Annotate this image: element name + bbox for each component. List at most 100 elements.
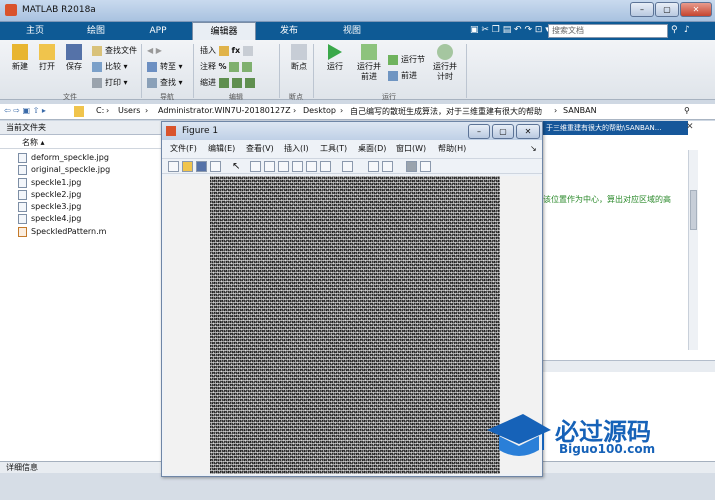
divider: [466, 44, 467, 98]
run-advance-button[interactable]: 运行并 前进: [352, 44, 386, 82]
run-section-button[interactable]: 运行节: [388, 54, 425, 66]
editor-close-icon[interactable]: ✕: [686, 122, 694, 132]
ribbon: 新建 打开 保存 查找文件 比较 ▾ 打印 ▾ 文件 ◀ ▶ 转至 ▾ 查找 ▾…: [0, 40, 715, 101]
list-item[interactable]: SpeckledPattern.m: [18, 226, 106, 238]
stopwatch-icon: [437, 44, 453, 60]
close-button[interactable]: ✕: [680, 2, 712, 17]
back-forward-buttons[interactable]: ◀ ▶: [147, 45, 162, 57]
menu-file[interactable]: 文件(F): [170, 142, 197, 156]
figure-minimize-button[interactable]: –: [468, 124, 490, 139]
new-figure-icon[interactable]: [168, 161, 179, 172]
menu-view[interactable]: 查看(V): [246, 142, 274, 156]
path-segment[interactable]: Desktop: [303, 106, 336, 115]
path-segment[interactable]: SANBAN: [563, 106, 597, 115]
menu-desktop[interactable]: 桌面(D): [358, 142, 386, 156]
comment-button[interactable]: 注释 %: [200, 61, 255, 73]
bell-icon[interactable]: ♪: [684, 25, 690, 35]
address-bar[interactable]: ⇦ ⇨ ▣ ⇧ ▸ C: › Users › Administrator.WIN…: [0, 104, 715, 120]
list-item[interactable]: deform_speckle.jpg: [18, 152, 109, 164]
list-item[interactable]: speckle2.jpg: [18, 189, 81, 201]
tab-home[interactable]: 主页: [6, 22, 64, 40]
menu-help[interactable]: 帮助(H): [438, 142, 466, 156]
list-item[interactable]: speckle1.jpg: [18, 177, 81, 189]
insert-button[interactable]: 插入 fx: [200, 45, 256, 57]
tab-publish[interactable]: 发布: [258, 22, 320, 40]
find-button[interactable]: 查找 ▾: [147, 77, 183, 89]
open-button[interactable]: 打开: [32, 44, 62, 72]
group-breakpoints-label: 断点: [289, 93, 303, 101]
pan-icon[interactable]: [278, 161, 289, 172]
run-button[interactable]: 运行: [320, 44, 350, 72]
scroll-thumb[interactable]: [690, 190, 697, 230]
address-search-icon[interactable]: ⚲: [684, 106, 690, 115]
search-input[interactable]: 搜索文档: [548, 24, 668, 38]
image-file-icon: [18, 213, 27, 224]
rotate-icon[interactable]: [292, 161, 303, 172]
run-time-button[interactable]: 运行并 计时: [428, 44, 462, 82]
data-cursor-icon[interactable]: [306, 161, 317, 172]
figure-maximize-button[interactable]: ▢: [492, 124, 514, 139]
nav-arrows-icon[interactable]: ⇦ ⇨ ▣ ⇧ ▸: [4, 106, 46, 115]
comment-icon: [229, 61, 240, 72]
legend-icon[interactable]: [382, 161, 393, 172]
image-file-icon: [18, 177, 27, 188]
menu-edit[interactable]: 编辑(E): [208, 142, 235, 156]
find-files-button[interactable]: 查找文件: [92, 45, 137, 57]
zoom-in-icon[interactable]: [250, 161, 261, 172]
save-button[interactable]: 保存: [59, 44, 89, 72]
save-icon[interactable]: [196, 161, 207, 172]
insert-icon: [218, 45, 229, 56]
print-button[interactable]: 打印 ▾: [92, 77, 128, 89]
compare-button[interactable]: 比较 ▾: [92, 61, 128, 73]
breakpoints-button[interactable]: 断点: [284, 44, 314, 72]
search-icon[interactable]: ⚲: [671, 25, 678, 35]
editor-tab[interactable]: 于三维重建有很大的帮助\SANBAN...: [543, 121, 688, 135]
figure-title: Figure 1: [182, 126, 219, 136]
menu-tools[interactable]: 工具(T): [320, 142, 347, 156]
print-icon[interactable]: [210, 161, 221, 172]
figure-titlebar[interactable]: Figure 1 – ▢ ✕: [162, 122, 542, 140]
speckle-image: [210, 176, 500, 474]
open-icon[interactable]: [182, 161, 193, 172]
menu-insert[interactable]: 插入(I): [284, 142, 309, 156]
goto-button[interactable]: 转至 ▾: [147, 61, 183, 73]
tab-plots[interactable]: 绘图: [66, 22, 126, 40]
matlab-logo-icon: [5, 4, 17, 16]
current-folder-panel: 当前文件夹 名称 ▴ deform_speckle.jpg original_s…: [0, 121, 162, 461]
brush-icon[interactable]: [320, 161, 331, 172]
watermark-url: Biguo100.com: [559, 442, 656, 456]
path-segment[interactable]: C:: [96, 106, 104, 115]
list-item[interactable]: original_speckle.jpg: [18, 164, 110, 176]
menu-dock-icon[interactable]: ↘: [530, 142, 537, 156]
list-item[interactable]: speckle3.jpg: [18, 201, 81, 213]
editor-scrollbar[interactable]: [688, 150, 698, 350]
maximize-button[interactable]: ▢: [655, 2, 679, 17]
zoom-out-icon[interactable]: [264, 161, 275, 172]
list-item[interactable]: speckle4.jpg: [18, 213, 81, 225]
name-column-header[interactable]: 名称 ▴: [0, 137, 162, 149]
quick-access-toolbar[interactable]: ▣ ✂ ❐ ▤ ↶ ↷ ⊡ ▾: [470, 25, 550, 35]
path-segment[interactable]: Administrator.WIN7U-20180127Z: [158, 106, 291, 115]
run-advance-icon: [361, 44, 377, 60]
link-plot-icon[interactable]: [342, 161, 353, 172]
minimize-button[interactable]: –: [630, 2, 654, 17]
hide-plot-tools-icon[interactable]: [406, 161, 417, 172]
tab-editor[interactable]: 编辑器: [192, 22, 256, 40]
percent-icon: %: [218, 62, 227, 71]
tab-apps[interactable]: APP: [128, 22, 188, 40]
advance-button[interactable]: 前进: [388, 70, 417, 82]
path-segment[interactable]: 自己编写的散斑生成算法，对于三维重建有很大的帮助: [350, 106, 542, 117]
tab-view[interactable]: 视图: [322, 22, 382, 40]
new-button[interactable]: 新建: [5, 44, 35, 72]
figure-close-button[interactable]: ✕: [516, 124, 540, 139]
colorbar-icon[interactable]: [368, 161, 379, 172]
show-plot-tools-icon[interactable]: [420, 161, 431, 172]
menu-window[interactable]: 窗口(W): [396, 142, 426, 156]
image-file-icon: [18, 189, 27, 200]
figure-canvas[interactable]: [164, 176, 540, 474]
smart-indent-icon: [244, 77, 255, 88]
divider: [313, 44, 314, 98]
path-segment[interactable]: Users: [118, 106, 140, 115]
pointer-icon[interactable]: ↖: [232, 161, 243, 172]
indent-button[interactable]: 缩进: [200, 77, 258, 89]
